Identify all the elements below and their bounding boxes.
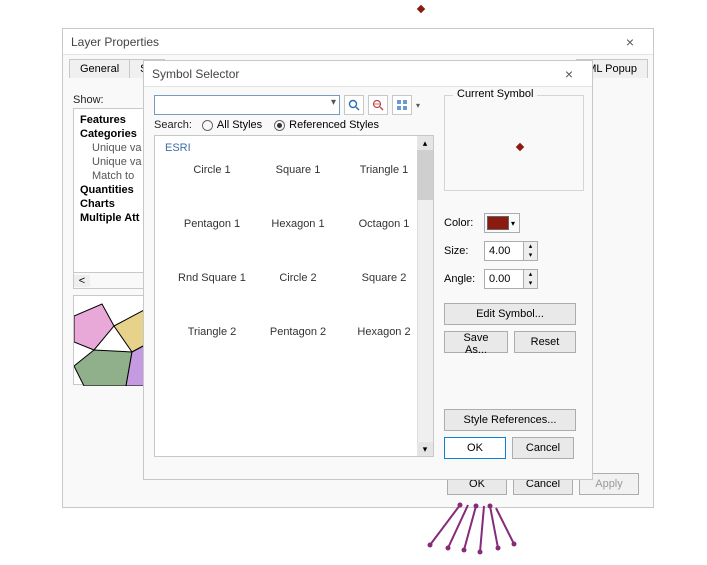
search-input[interactable] — [154, 95, 340, 115]
spin-up-icon[interactable]: ▴ — [524, 242, 537, 251]
style-category: ESRI — [155, 136, 433, 164]
cancel-button[interactable]: Cancel — [512, 437, 574, 459]
symbol-item[interactable]: Rnd Square 1 — [173, 272, 251, 284]
close-icon[interactable]: × — [554, 66, 584, 82]
symbol-item[interactable]: Circle 1 — [173, 164, 251, 176]
chevron-down-icon[interactable]: ▾ — [509, 219, 517, 228]
scroll-thumb[interactable] — [417, 150, 433, 200]
color-picker[interactable]: ▾ — [484, 213, 520, 233]
close-icon[interactable]: × — [615, 34, 645, 50]
symbol-item[interactable]: Circle 2 — [259, 272, 337, 284]
symbol-item[interactable]: Square 2 — [345, 272, 423, 284]
titlebar: Layer Properties × — [63, 29, 653, 55]
scroll-down-icon[interactable]: ▾ — [417, 442, 433, 456]
stray-scribble — [420, 500, 540, 560]
size-label: Size: — [444, 245, 484, 257]
reset-button[interactable]: Reset — [514, 331, 576, 353]
symbol-selector-dialog: Symbol Selector × ▾ ▾ Search: All — [143, 60, 593, 480]
symbol-item[interactable]: Pentagon 2 — [259, 326, 337, 338]
symbol-item[interactable]: Hexagon 1 — [259, 218, 337, 230]
edit-symbol-button[interactable]: Edit Symbol... — [444, 303, 576, 325]
radio-all-styles[interactable]: All Styles — [202, 119, 262, 131]
spin-down-icon[interactable]: ▾ — [524, 251, 537, 260]
view-grid-icon[interactable] — [392, 95, 412, 115]
tab-general[interactable]: General — [69, 59, 130, 78]
current-symbol-group: Current Symbol — [444, 95, 584, 191]
radio-referenced-styles[interactable]: Referenced Styles — [274, 119, 379, 131]
current-symbol-preview — [516, 143, 524, 151]
symbol-list[interactable]: ESRI Circle 1 Square 1 Triangle 1 Pentag… — [154, 135, 434, 457]
style-references-button[interactable]: Style References... — [444, 409, 576, 431]
scroll-up-icon[interactable]: ▴ — [417, 136, 433, 150]
color-swatch — [487, 216, 509, 230]
angle-input[interactable] — [485, 270, 523, 288]
titlebar: Symbol Selector × — [144, 61, 592, 87]
size-input[interactable] — [485, 242, 523, 260]
ok-button[interactable]: OK — [444, 437, 506, 459]
symbol-item[interactable]: Triangle 1 — [345, 164, 423, 176]
globe-search-icon[interactable] — [368, 95, 388, 115]
scroll-left-icon[interactable]: < — [74, 275, 90, 287]
size-stepper[interactable]: ▴▾ — [484, 241, 538, 261]
view-caret-icon[interactable]: ▾ — [416, 101, 420, 110]
save-as-button[interactable]: Save As... — [444, 331, 508, 353]
spin-down-icon[interactable]: ▾ — [524, 279, 537, 288]
search-label: Search: — [154, 119, 192, 131]
dialog-title: Layer Properties — [71, 35, 615, 49]
dialog-title: Symbol Selector — [152, 67, 554, 81]
angle-stepper[interactable]: ▴▾ — [484, 269, 538, 289]
color-label: Color: — [444, 217, 484, 229]
search-icon[interactable] — [344, 95, 364, 115]
stray-point — [417, 5, 425, 13]
angle-label: Angle: — [444, 273, 484, 285]
current-symbol-label: Current Symbol — [453, 88, 537, 100]
symbol-item[interactable]: Square 1 — [259, 164, 337, 176]
symbol-item[interactable]: Triangle 2 — [173, 326, 251, 338]
spin-up-icon[interactable]: ▴ — [524, 270, 537, 279]
symbol-item[interactable]: Hexagon 2 — [345, 326, 423, 338]
symbol-item[interactable]: Octagon 1 — [345, 218, 423, 230]
symbol-item[interactable]: Pentagon 1 — [173, 218, 251, 230]
